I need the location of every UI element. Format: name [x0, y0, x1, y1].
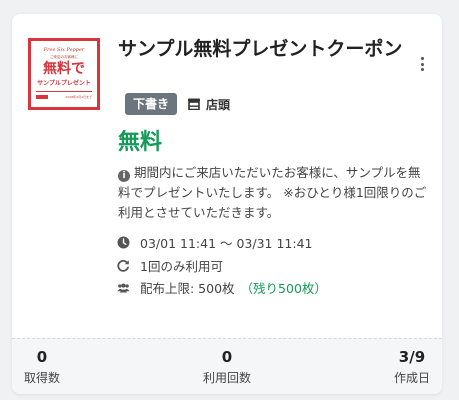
stat-label: 取得数	[24, 370, 61, 385]
stat-value: 0	[221, 347, 233, 366]
thumbnail-mid-text: サンプルプレゼント	[37, 80, 91, 87]
stat-label: 利用回数	[202, 370, 251, 385]
period-text: 03/01 11:41 〜 03/31 11:41	[140, 236, 313, 251]
thumbnail-big-text: 無料で	[43, 61, 85, 77]
coupon-usage: 1回のみ利用可	[117, 256, 223, 275]
kebab-menu-icon[interactable]	[414, 54, 430, 74]
usage-text: 1回のみ利用可	[140, 259, 223, 274]
info-icon: i	[118, 170, 130, 182]
remaining-text: （残り500枚）	[240, 281, 327, 296]
store-label: 店頭	[206, 97, 231, 112]
badge-row: 下書き 店頭	[125, 93, 230, 115]
stat-usage-count: 0 利用回数	[203, 339, 251, 394]
status-badge: 下書き	[125, 93, 178, 115]
coupon-title[interactable]: サンプル無料プレゼントクーポン	[118, 36, 408, 62]
stat-label: 作成日	[393, 370, 430, 385]
redo-icon	[117, 259, 130, 272]
description-text: 期間内にご来店いただいたお客様に、サンプルを無料でプレゼントいたします。 ※おひ…	[118, 165, 427, 220]
coupon-limit: 配布上限: 500枚 （残り500枚）	[117, 278, 327, 297]
users-icon	[117, 281, 130, 294]
clock-icon	[117, 236, 130, 249]
coupon-description: i 期間内にご来店いただいたお客様に、サンプルを無料でプレゼントいたします。 ※お…	[118, 163, 428, 223]
store-icon	[188, 98, 201, 110]
thumbnail-footer: 2018年4月1日まで	[36, 95, 92, 99]
coupon-thumbnail: Free Six Pepper ご来店のお客様に 無料で サンプルプレゼント 2…	[28, 38, 100, 110]
stat-created-date: 3/9 作成日	[394, 339, 430, 394]
store-badge: 店頭	[187, 96, 230, 113]
thumbnail-small-text: ご来店のお客様に	[50, 55, 78, 59]
stat-acquired: 0 取得数	[24, 339, 60, 394]
thumbnail-script-text: Free Six Pepper	[43, 47, 85, 53]
coupon-period: 03/01 11:41 〜 03/31 11:41	[117, 233, 313, 252]
thumbnail-tag	[36, 95, 48, 99]
stat-value: 0	[36, 347, 48, 366]
stat-value: 3/9	[398, 347, 426, 366]
coupon-price: 無料	[118, 130, 163, 155]
limit-text: 配布上限: 500枚	[140, 281, 235, 296]
thumbnail-divider	[36, 91, 92, 92]
thumbnail-date-text: 2018年4月1日まで	[65, 95, 92, 99]
coupon-card[interactable]: Free Six Pepper ご来店のお客様に 無料で サンプルプレゼント 2…	[12, 14, 442, 394]
stats-footer: 0 取得数 0 利用回数 3/9 作成日	[12, 338, 442, 394]
